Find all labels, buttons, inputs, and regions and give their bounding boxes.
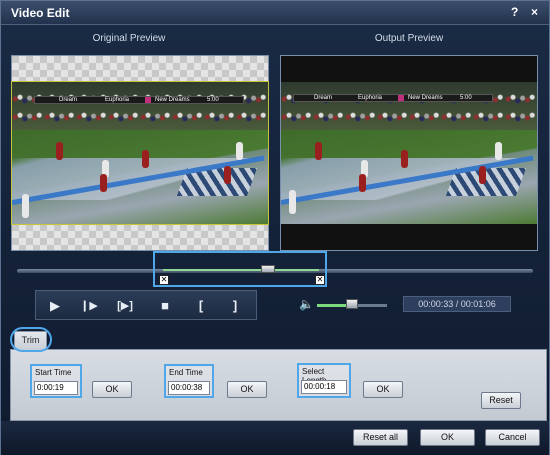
playhead-slider[interactable]	[261, 265, 275, 273]
speaker-icon[interactable]: 🔈	[299, 297, 314, 311]
reset-all-button[interactable]: Reset all	[353, 429, 408, 446]
start-time-label: Start Time	[35, 368, 72, 377]
start-time-ok-button[interactable]: OK	[92, 381, 132, 398]
score-marker	[145, 97, 151, 106]
player	[100, 174, 107, 192]
player	[401, 150, 408, 168]
end-time-group: End Time 00:00:38	[164, 364, 214, 398]
help-button[interactable]: ?	[511, 5, 518, 19]
team-name: New Dreams	[408, 95, 443, 101]
team-name: Euphoria	[105, 97, 130, 103]
start-time-input[interactable]: 0:00:19	[34, 381, 78, 395]
game-clock: 5:00	[460, 95, 472, 101]
trim-end-handle[interactable]: ✕	[315, 275, 325, 285]
player	[315, 142, 322, 160]
player	[56, 142, 63, 160]
player	[479, 166, 486, 184]
crowd-area	[12, 82, 268, 130]
trim-panel	[10, 349, 547, 421]
output-preview: Dream Euphoria New Dreams 5:00	[280, 55, 538, 251]
next-frame-button[interactable]: [▶]	[114, 297, 136, 315]
selected-range	[163, 269, 319, 271]
ok-button[interactable]: OK	[420, 429, 475, 446]
window-title: Video Edit	[11, 6, 70, 20]
team-name: New Dreams	[155, 97, 190, 103]
mark-in-button[interactable]: [	[190, 297, 212, 315]
video-frame	[281, 82, 537, 224]
team-name: Euphoria	[358, 95, 383, 101]
select-length-group: Select Length 00:00:18	[297, 363, 351, 398]
end-time-input[interactable]: 00:00:38	[168, 381, 210, 395]
play-button[interactable]: ▶	[44, 297, 66, 315]
trim-start-handle[interactable]: ✕	[159, 275, 169, 285]
volume-slider-knob[interactable]	[346, 299, 358, 309]
player	[289, 190, 296, 214]
step-forward-button[interactable]: ❙▶	[78, 297, 100, 315]
trim-range-selector[interactable]: ✕ ✕	[153, 251, 327, 287]
end-time-ok-button[interactable]: OK	[227, 381, 267, 398]
player	[359, 174, 366, 192]
timecode-display: 00:00:33 / 00:01:06	[403, 296, 511, 312]
mark-out-button[interactable]: ]	[224, 297, 246, 315]
end-time-label: End Time	[169, 368, 203, 377]
team-name: Dream	[59, 97, 78, 103]
reset-button[interactable]: Reset	[481, 392, 521, 409]
original-preview-label: Original Preview	[92, 33, 166, 44]
player	[495, 142, 502, 160]
player	[224, 166, 231, 184]
player	[22, 194, 29, 218]
cancel-button[interactable]: Cancel	[485, 429, 540, 446]
original-preview[interactable]: Dream Euphoria New Dreams 5:00	[11, 55, 269, 251]
game-clock: 5:00	[207, 97, 219, 103]
scoreboard-overlay: Dream Euphoria New Dreams 5:00	[34, 96, 244, 104]
stop-button[interactable]: ■	[154, 297, 176, 315]
close-button[interactable]: ×	[531, 5, 538, 19]
crowd-area	[281, 82, 537, 130]
select-length-input[interactable]: 00:00:18	[301, 380, 347, 394]
select-length-ok-button[interactable]: OK	[363, 381, 403, 398]
player	[142, 150, 149, 168]
team-name: Dream	[314, 95, 333, 101]
player	[236, 142, 243, 160]
score-marker	[398, 95, 404, 104]
title-bar: Video Edit ? ×	[1, 1, 549, 25]
playback-controls: ▶ ❙▶ [▶] ■ [ ]	[35, 290, 257, 320]
scoreboard-overlay: Dream Euphoria New Dreams 5:00	[293, 94, 493, 102]
start-time-group: Start Time 0:00:19	[30, 364, 82, 398]
tab-highlight	[10, 327, 52, 352]
video-edit-window: Video Edit ? × Original Preview Output P…	[0, 0, 550, 455]
output-preview-label: Output Preview	[374, 33, 444, 44]
